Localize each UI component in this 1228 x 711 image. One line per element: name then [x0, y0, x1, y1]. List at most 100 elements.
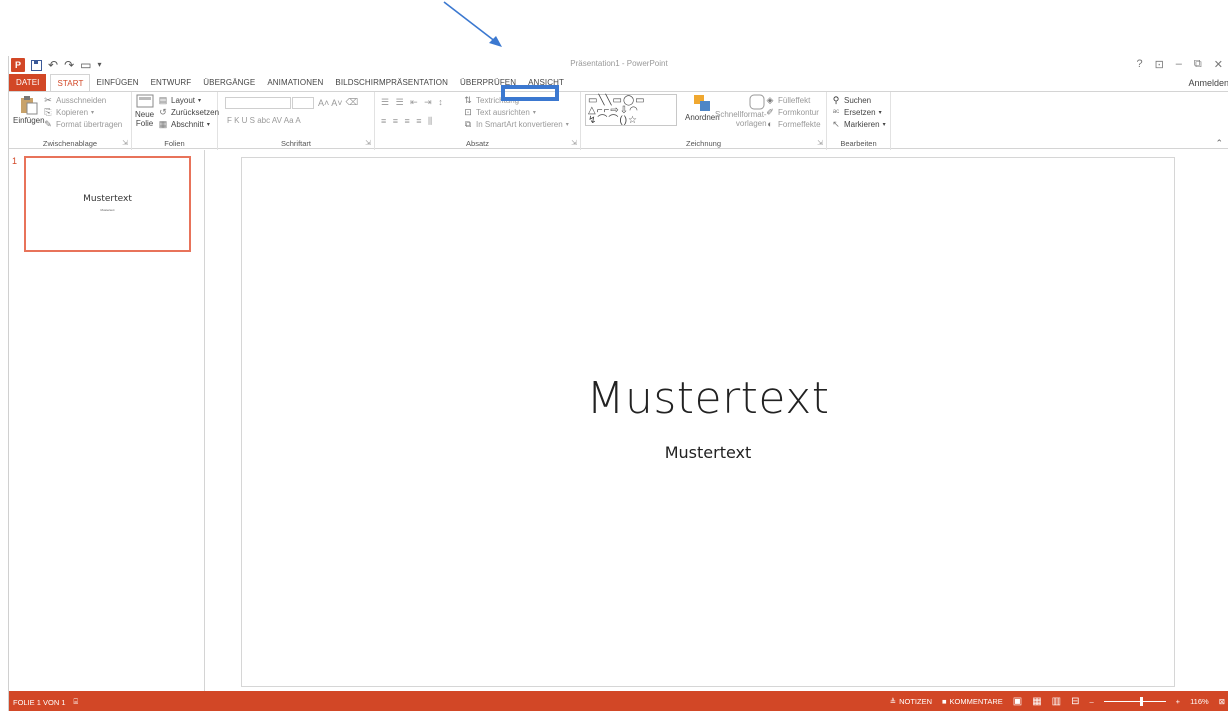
group-slides: Neue Folie ▤ Layout ▾ ↺ Zurücksetzen ▦ A… — [132, 92, 219, 150]
restore-icon[interactable]: ⧉ — [1194, 58, 1202, 71]
smartart-icon: ⧉ — [464, 119, 472, 129]
copy-label: Kopieren — [56, 108, 89, 117]
shape-effects-label: Formeffekte — [778, 119, 821, 129]
slide-subtitle[interactable]: Mustertext — [242, 443, 1174, 462]
align-text-label: Text ausrichten — [476, 108, 530, 117]
group-label-paragraph: Absatz — [466, 139, 489, 148]
dialog-launcher-icon[interactable]: ⇲ — [122, 139, 128, 147]
quick-styles-button[interactable]: Schnellformat- vorlagen — [715, 94, 767, 128]
section-button[interactable]: ▦ Abschnitt ▾ — [158, 119, 210, 130]
align-text-button[interactable]: ⊡ Text ausrichten ▾ — [463, 107, 536, 118]
close-icon[interactable]: ✕ — [1214, 58, 1223, 71]
format-painter-label: Format übertragen — [56, 120, 123, 129]
spellcheck-icon[interactable]: ⌸ — [74, 697, 79, 707]
section-icon: ▦ — [158, 119, 168, 129]
paste-label: Einfügen — [13, 116, 45, 125]
replace-button[interactable]: ᵃᶜ Ersetzen ▾ — [831, 107, 882, 117]
comments-button[interactable]: ■ KOMMENTARE — [942, 697, 1003, 706]
text-direction-icon: ⇅ — [464, 95, 472, 105]
title-bar: P ↶ ↷ ▭ ▾ Präsentation1 - PowerPoint ? ⊡… — [9, 56, 1228, 74]
find-button[interactable]: ⚲ Suchen — [831, 95, 871, 106]
cut-label: Ausschneiden — [56, 96, 107, 105]
section-label: Abschnitt — [171, 120, 204, 129]
slide-editor: Mustertext Mustertext — [206, 150, 1228, 691]
thumbnail-title: Mustertext — [83, 194, 132, 204]
dialog-launcher-icon[interactable]: ⇲ — [571, 139, 577, 147]
smartart-button[interactable]: ⧉ In SmartArt konvertieren ▾ — [463, 119, 569, 130]
layout-label: Layout — [171, 96, 196, 105]
tab-design[interactable]: ENTWURF — [145, 74, 198, 91]
tab-file[interactable]: DATEI — [9, 74, 47, 91]
zoom-out-icon[interactable]: – — [1090, 697, 1094, 706]
reset-icon: ↺ — [159, 107, 167, 117]
notes-button[interactable]: ≜ NOTIZEN — [890, 697, 932, 706]
font-size-combobox[interactable] — [292, 97, 314, 109]
list-and-indent-buttons[interactable]: ☰ ☰ ⇤ ⇥ ↕ — [381, 97, 445, 108]
annotation-arrow — [443, 1, 502, 47]
smartart-label: In SmartArt konvertieren — [476, 120, 563, 129]
notes-icon: ≜ — [889, 697, 897, 706]
new-slide-button[interactable]: Neue Folie — [135, 94, 154, 128]
normal-view-icon[interactable]: ▣ — [1013, 696, 1022, 707]
slide-thumbnails-pane: 1 Mustertext Mustertext — [9, 150, 205, 691]
grow-shrink-font-buttons[interactable]: A˄ A˅ ⌫ — [318, 97, 358, 108]
alignment-buttons[interactable]: ≡ ≡ ≡ ≡ ⫼ — [381, 116, 434, 127]
tab-start[interactable]: START — [50, 74, 91, 91]
copy-icon: ⎘ — [44, 107, 52, 117]
powerpoint-window: P ↶ ↷ ▭ ▾ Präsentation1 - PowerPoint ? ⊡… — [8, 56, 1228, 711]
select-button[interactable]: ↖ Markieren ▾ — [831, 119, 885, 130]
paint-bucket-icon: ◈ — [766, 95, 774, 105]
shape-fill-button[interactable]: ◈ Fülleffekt — [765, 95, 811, 106]
paste-icon — [20, 96, 38, 115]
quick-styles-label: Schnellformat- — [715, 110, 767, 119]
replace-icon: ᵃᶜ — [832, 107, 840, 117]
slide-title[interactable]: Mustertext — [242, 373, 1174, 424]
fit-to-window-icon[interactable]: ⊠ — [1219, 697, 1225, 706]
format-painter-button[interactable]: ✎ Format übertragen — [43, 119, 122, 130]
help-icon[interactable]: ? — [1136, 58, 1142, 71]
tab-transitions[interactable]: ÜBERGÄNGE — [197, 74, 261, 91]
shapes-gallery[interactable]: ▭╲╲▭◯▭ △⌐⌐⇨⇩◠ ↯⌒⌒()☆ — [585, 94, 677, 126]
slideshow-icon[interactable]: ⊟ — [1071, 696, 1079, 707]
group-drawing: ▭╲╲▭◯▭ △⌐⌐⇨⇩◠ ↯⌒⌒()☆ Anordnen Schnellforma… — [581, 92, 827, 150]
new-slide-icon — [136, 94, 154, 108]
font-name-combobox[interactable] — [225, 97, 291, 109]
status-right: ≜ NOTIZEN ■ KOMMENTARE ▣ ▦ ▥ ⊟ – + 116% … — [890, 696, 1225, 707]
comment-icon: ■ — [942, 697, 947, 706]
dialog-launcher-icon[interactable]: ⇲ — [365, 139, 371, 147]
slide-sorter-icon[interactable]: ▦ — [1032, 696, 1041, 707]
reset-label: Zurücksetzen — [171, 108, 220, 117]
copy-button[interactable]: ⎘ Kopieren ▾ — [43, 107, 94, 118]
zoom-in-icon[interactable]: + — [1176, 697, 1180, 706]
dialog-launcher-icon[interactable]: ⇲ — [817, 139, 823, 147]
shape-effects-button[interactable]: ◐ Formeffekte — [765, 119, 821, 129]
slide-thumbnail[interactable]: Mustertext Mustertext — [24, 156, 191, 252]
minimize-icon[interactable]: – — [1176, 58, 1182, 71]
reset-button[interactable]: ↺ Zurücksetzen — [158, 107, 219, 118]
effects-icon: ◐ — [767, 119, 773, 129]
shape-fill-label: Fülleffekt — [778, 96, 811, 105]
zoom-slider[interactable] — [1103, 697, 1166, 706]
slide-canvas[interactable]: Mustertext Mustertext — [241, 157, 1175, 687]
tab-slideshow[interactable]: BILDSCHIRMPRÄSENTATION — [329, 74, 454, 91]
new-slide-label: Neue — [135, 110, 155, 119]
zoom-level[interactable]: 116% — [1190, 697, 1209, 706]
tab-insert[interactable]: EINFÜGEN — [90, 74, 144, 91]
reading-view-icon[interactable]: ▥ — [1052, 696, 1061, 707]
tab-animations[interactable]: ANIMATIONEN — [261, 74, 329, 91]
select-label: Markieren — [844, 120, 880, 129]
sign-in-link[interactable]: Anmelden — [1188, 78, 1228, 88]
paste-button[interactable]: Einfügen — [13, 95, 45, 125]
ribbon: Einfügen ✂ Ausschneiden ⎘ Kopieren ▾ ✎ F… — [9, 91, 1228, 150]
clear-formatting-icon[interactable]: ⌫ — [346, 97, 359, 108]
shape-outline-button[interactable]: ✐ Formkontur — [765, 107, 819, 118]
collapse-ribbon-icon[interactable]: ⌃ — [1215, 138, 1223, 149]
layout-button[interactable]: ▤ Layout ▾ — [158, 95, 201, 106]
font-format-buttons[interactable]: F K U S abc AV Aa A — [227, 116, 301, 125]
cut-button[interactable]: ✂ Ausschneiden — [43, 95, 106, 106]
zoom-slider-thumb[interactable] — [1139, 697, 1143, 706]
quick-styles-icon — [749, 94, 765, 110]
replace-label: Ersetzen — [844, 107, 876, 117]
new-slide-label-2: Folie — [135, 119, 154, 128]
ribbon-display-options-icon[interactable]: ⊡ — [1155, 58, 1164, 71]
